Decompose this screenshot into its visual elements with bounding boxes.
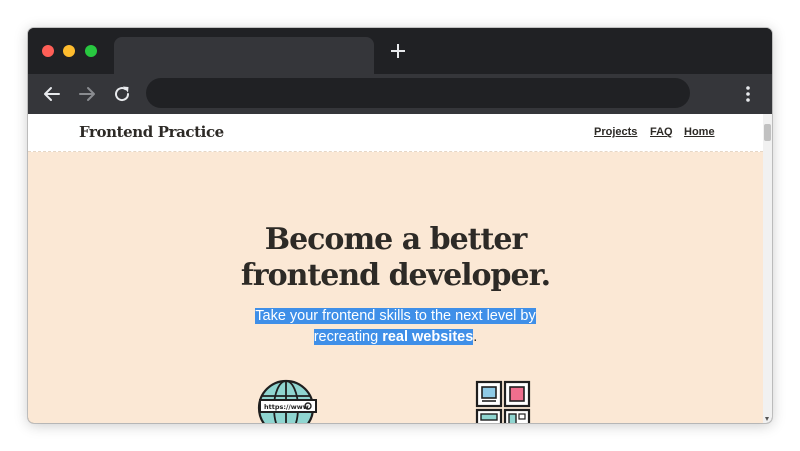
tab-strip — [28, 28, 772, 74]
new-tab-icon[interactable] — [388, 41, 408, 61]
browser-toolbar — [28, 74, 772, 114]
forward-arrow-icon[interactable] — [77, 84, 97, 104]
hero-subtitle-text: recreating — [313, 329, 383, 345]
hero-subtitle: Take your frontend skills to the next le… — [28, 306, 763, 348]
minimize-window-button[interactable] — [63, 45, 75, 57]
close-window-button[interactable] — [42, 45, 54, 57]
site-header: Frontend Practice Projects FAQ Home — [28, 114, 763, 152]
address-bar[interactable] — [146, 78, 690, 108]
more-menu-icon[interactable] — [740, 84, 756, 104]
site-logo[interactable]: Frontend Practice — [79, 123, 224, 141]
scrollbar-thumb[interactable] — [764, 124, 771, 141]
reload-icon[interactable] — [112, 84, 132, 104]
hero-title: Become a better frontend developer. — [28, 222, 763, 294]
hero-title-line-2: frontend developer. — [240, 258, 551, 293]
back-arrow-icon[interactable] — [42, 84, 62, 104]
nav-link-projects[interactable]: Projects — [594, 126, 637, 138]
maximize-window-button[interactable] — [85, 45, 97, 57]
hero-title-line-1: Become a better — [264, 222, 528, 257]
hero-subtitle-emphasis: real websites — [382, 329, 474, 345]
scroll-down-arrow-icon[interactable] — [765, 417, 769, 421]
globe-url-text: https://www — [264, 403, 309, 411]
browser-tab[interactable] — [114, 37, 374, 74]
nav-link-home[interactable]: Home — [684, 126, 715, 138]
hero-subtitle-line-1: Take your frontend skills to the next le… — [255, 308, 536, 324]
nav-link-faq[interactable]: FAQ — [650, 126, 673, 138]
page-scrollbar[interactable] — [763, 114, 772, 423]
browser-window: Frontend Practice Projects FAQ Home Beco… — [28, 28, 772, 423]
page-viewport: Frontend Practice Projects FAQ Home Beco… — [28, 114, 763, 423]
globe-icon: https://www — [257, 379, 317, 423]
hero-subtitle-period: . — [473, 329, 478, 345]
layout-grid-icon — [475, 380, 531, 423]
